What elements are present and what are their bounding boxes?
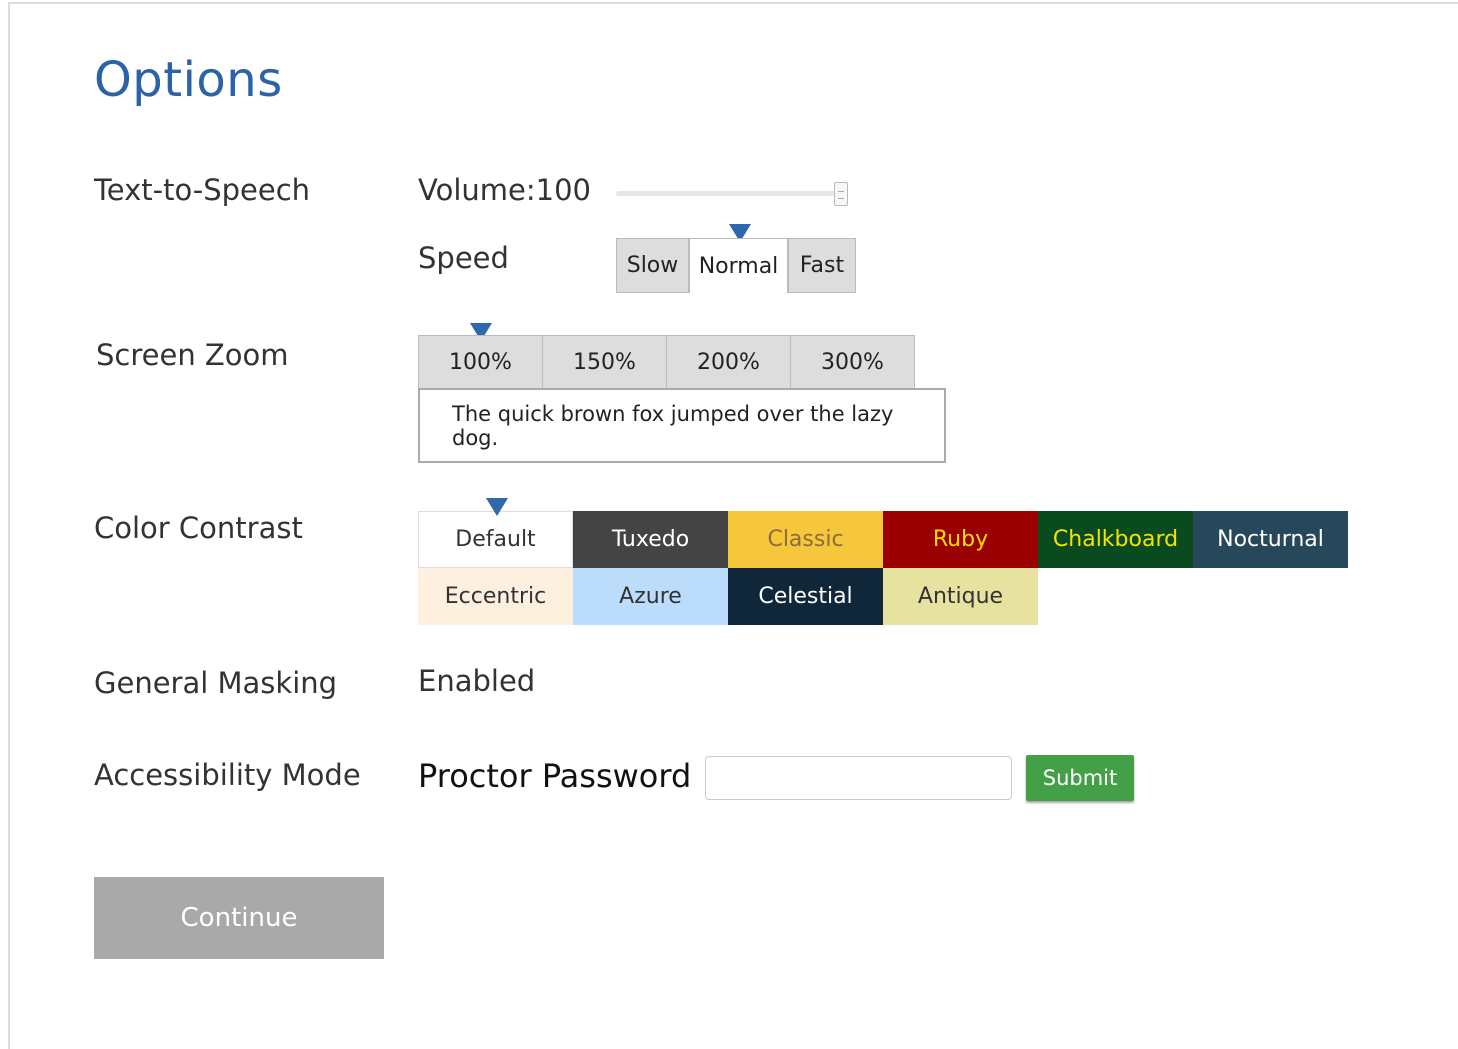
contrast-theme-classic[interactable]: Classic <box>728 511 883 568</box>
contrast-theme-nocturnal[interactable]: Nocturnal <box>1193 511 1348 568</box>
submit-button[interactable]: Submit <box>1026 755 1134 801</box>
masking-label: General Masking <box>94 666 338 700</box>
contrast-theme-default[interactable]: Default <box>418 511 573 568</box>
speed-fast-button[interactable]: Fast <box>788 238 856 293</box>
zoom-100-button[interactable]: 100% <box>418 335 543 389</box>
speed-slow-button[interactable]: Slow <box>616 238 689 293</box>
contrast-label: Color Contrast <box>94 511 303 545</box>
proctor-password-input[interactable] <box>705 756 1012 800</box>
contrast-selected-pointer-icon <box>486 498 508 516</box>
accessibility-label: Accessibility Mode <box>94 758 361 792</box>
proctor-password-label: Proctor Password <box>418 757 692 795</box>
continue-button[interactable]: Continue <box>94 877 384 959</box>
zoom-150-button[interactable]: 150% <box>542 335 667 389</box>
contrast-theme-antique[interactable]: Antique <box>883 568 1038 625</box>
zoom-300-button[interactable]: 300% <box>790 335 915 389</box>
zoom-200-button[interactable]: 200% <box>666 335 791 389</box>
contrast-theme-ruby[interactable]: Ruby <box>883 511 1038 568</box>
page-title: Options <box>94 52 283 108</box>
volume-slider-track[interactable] <box>616 191 842 196</box>
contrast-theme-tuxedo[interactable]: Tuxedo <box>573 511 728 568</box>
zoom-label: Screen Zoom <box>96 338 289 372</box>
contrast-theme-chalkboard[interactable]: Chalkboard <box>1038 511 1193 568</box>
volume-slider-handle[interactable] <box>834 182 848 206</box>
zoom-sample-text: The quick brown fox jumped over the lazy… <box>418 388 946 463</box>
contrast-theme-azure[interactable]: Azure <box>573 568 728 625</box>
speed-label: Speed <box>418 241 509 275</box>
speed-normal-button[interactable]: Normal <box>689 238 788 293</box>
contrast-theme-celestial[interactable]: Celestial <box>728 568 883 625</box>
tts-label: Text-to-Speech <box>94 173 311 207</box>
masking-value: Enabled <box>418 664 536 698</box>
volume-label: Volume:100 <box>418 173 591 207</box>
contrast-theme-eccentric[interactable]: Eccentric <box>418 568 573 625</box>
